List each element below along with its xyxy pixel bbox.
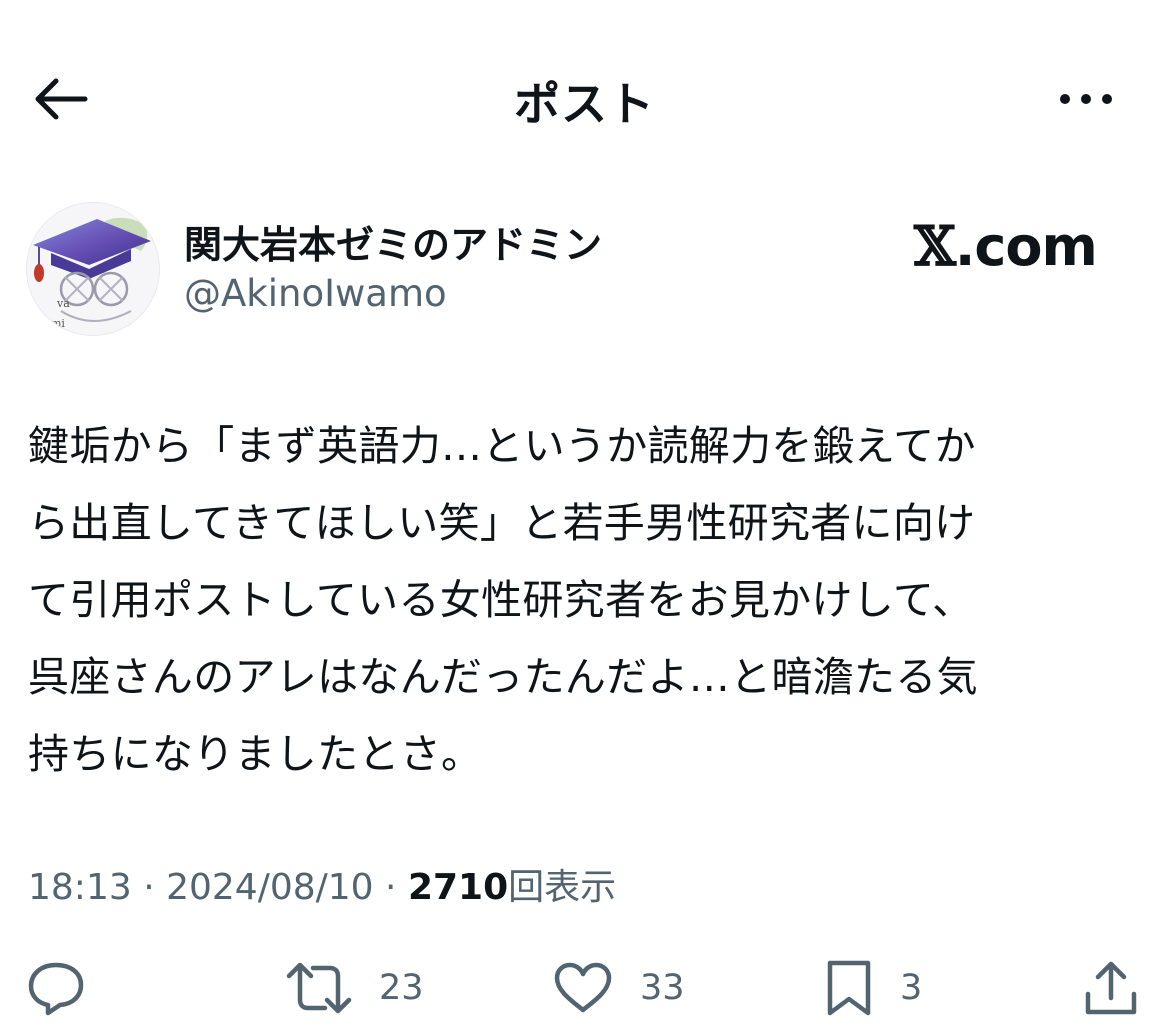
author-row: va mi 関大岩本ゼミのアドミン @AkinoIwamo 𝕏.com: [26, 200, 1146, 340]
retweet-icon: [285, 960, 353, 1016]
share-icon: [1082, 958, 1140, 1018]
bookmark-count: 3: [900, 968, 923, 1008]
tweet-line: 持ちになりましたとさ。: [28, 730, 483, 778]
heart-icon: [552, 960, 614, 1016]
view-count-label: 回表示: [508, 867, 617, 908]
like-count: 33: [640, 968, 685, 1008]
reply-button[interactable]: [26, 948, 86, 1028]
top-bar: ポスト: [0, 0, 1169, 200]
tweet-line: 鍵垢から「まず英語力…というか読解力を鍛えてか: [28, 422, 976, 470]
tweet-line: ら出直してきてほしい笑」と若手男性研究者に向け: [28, 499, 976, 547]
action-bar: 23 33 3: [0, 948, 1169, 1028]
reply-icon: [26, 960, 86, 1016]
like-button[interactable]: 33: [552, 948, 685, 1028]
avatar-image: va mi: [27, 203, 159, 335]
user-handle[interactable]: @AkinoIwamo: [184, 272, 447, 315]
tweet-line: 呉座さんのアレはなんだったんだよ…と暗澹たる気: [28, 653, 978, 701]
bookmark-button[interactable]: 3: [824, 948, 922, 1028]
meta-separator: ·: [373, 867, 408, 908]
x-com-watermark: 𝕏.com: [914, 214, 1098, 278]
svg-text:mi: mi: [51, 317, 65, 330]
meta-separator: ·: [131, 867, 167, 908]
svg-text:va: va: [56, 297, 70, 310]
more-dots-icon: [1058, 92, 1114, 106]
page-title: ポスト: [514, 77, 655, 131]
bookmark-icon: [824, 958, 874, 1018]
x-logo-icon: 𝕏: [914, 214, 956, 278]
post-time[interactable]: 18:13: [28, 867, 132, 908]
more-options-button[interactable]: [1050, 72, 1122, 126]
view-count: 2710: [407, 867, 509, 908]
tweet-line: て引用ポストしている女性研究者をお見かけして、: [28, 576, 974, 624]
watermark-domain: .com: [954, 215, 1098, 278]
share-button[interactable]: [1082, 948, 1140, 1028]
display-name[interactable]: 関大岩本ゼミのアドミン: [184, 214, 602, 269]
post-date[interactable]: 2024/08/10: [166, 867, 374, 908]
avatar[interactable]: va mi: [26, 202, 160, 336]
retweet-count: 23: [379, 968, 424, 1008]
tweet-meta: 18:13 · 2024/08/10 · 2710回表示: [28, 858, 616, 910]
tweet-text: 鍵垢から「まず英語力…というか読解力を鍛えてか ら出直してきてほしい笑」と若手男性…: [28, 408, 1148, 793]
retweet-button[interactable]: 23: [285, 948, 424, 1028]
